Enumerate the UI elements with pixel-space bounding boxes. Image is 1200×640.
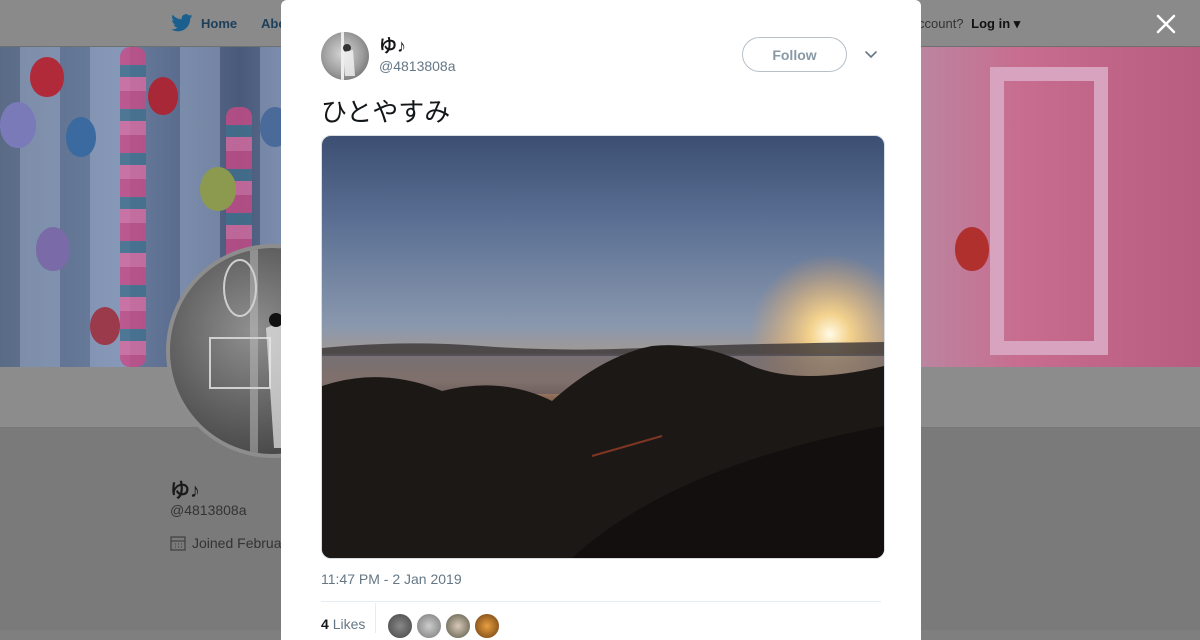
- login-link[interactable]: Log in ▾: [971, 16, 1020, 31]
- nav-home-label: Home: [201, 15, 238, 31]
- chevron-down-icon[interactable]: [863, 46, 879, 62]
- account-area: ccount? Log in ▾: [918, 16, 1020, 32]
- tweet-text: ひとやすみ: [321, 97, 451, 127]
- sunset-photo: [322, 254, 884, 558]
- close-icon[interactable]: [1152, 10, 1180, 38]
- profile-handle: @4813808a: [170, 502, 247, 518]
- liker-avatar[interactable]: [445, 613, 471, 639]
- follow-button[interactable]: Follow: [742, 37, 847, 72]
- likes-divider: [375, 603, 376, 633]
- liker-avatar[interactable]: [474, 613, 500, 639]
- tweet-timestamp[interactable]: 11:47 PM - 2 Jan 2019: [321, 571, 462, 587]
- author-avatar-photo: [341, 32, 355, 80]
- nav-home-link[interactable]: Home: [171, 14, 237, 32]
- account-prompt: ccount?: [918, 16, 964, 31]
- author-avatar[interactable]: [321, 32, 369, 80]
- author-handle[interactable]: @4813808a: [379, 58, 456, 74]
- calendar-icon: [170, 536, 186, 551]
- login-label: Log in: [971, 16, 1011, 31]
- twitter-bird-icon: [171, 14, 193, 32]
- tweet-modal: ゆ♪ @4813808a Follow ひとやすみ 11:47 PM - 2 J…: [281, 0, 921, 640]
- liker-avatar[interactable]: [387, 613, 413, 639]
- joined-text: Joined Februa: [192, 535, 282, 551]
- author-name[interactable]: ゆ♪: [379, 32, 406, 58]
- profile-name: ゆ♪: [170, 480, 200, 502]
- profile-joined-info: Joined Februa: [170, 535, 282, 551]
- liker-avatar[interactable]: [416, 613, 442, 639]
- stats-divider: [321, 601, 881, 602]
- tweet-photo[interactable]: [321, 135, 885, 559]
